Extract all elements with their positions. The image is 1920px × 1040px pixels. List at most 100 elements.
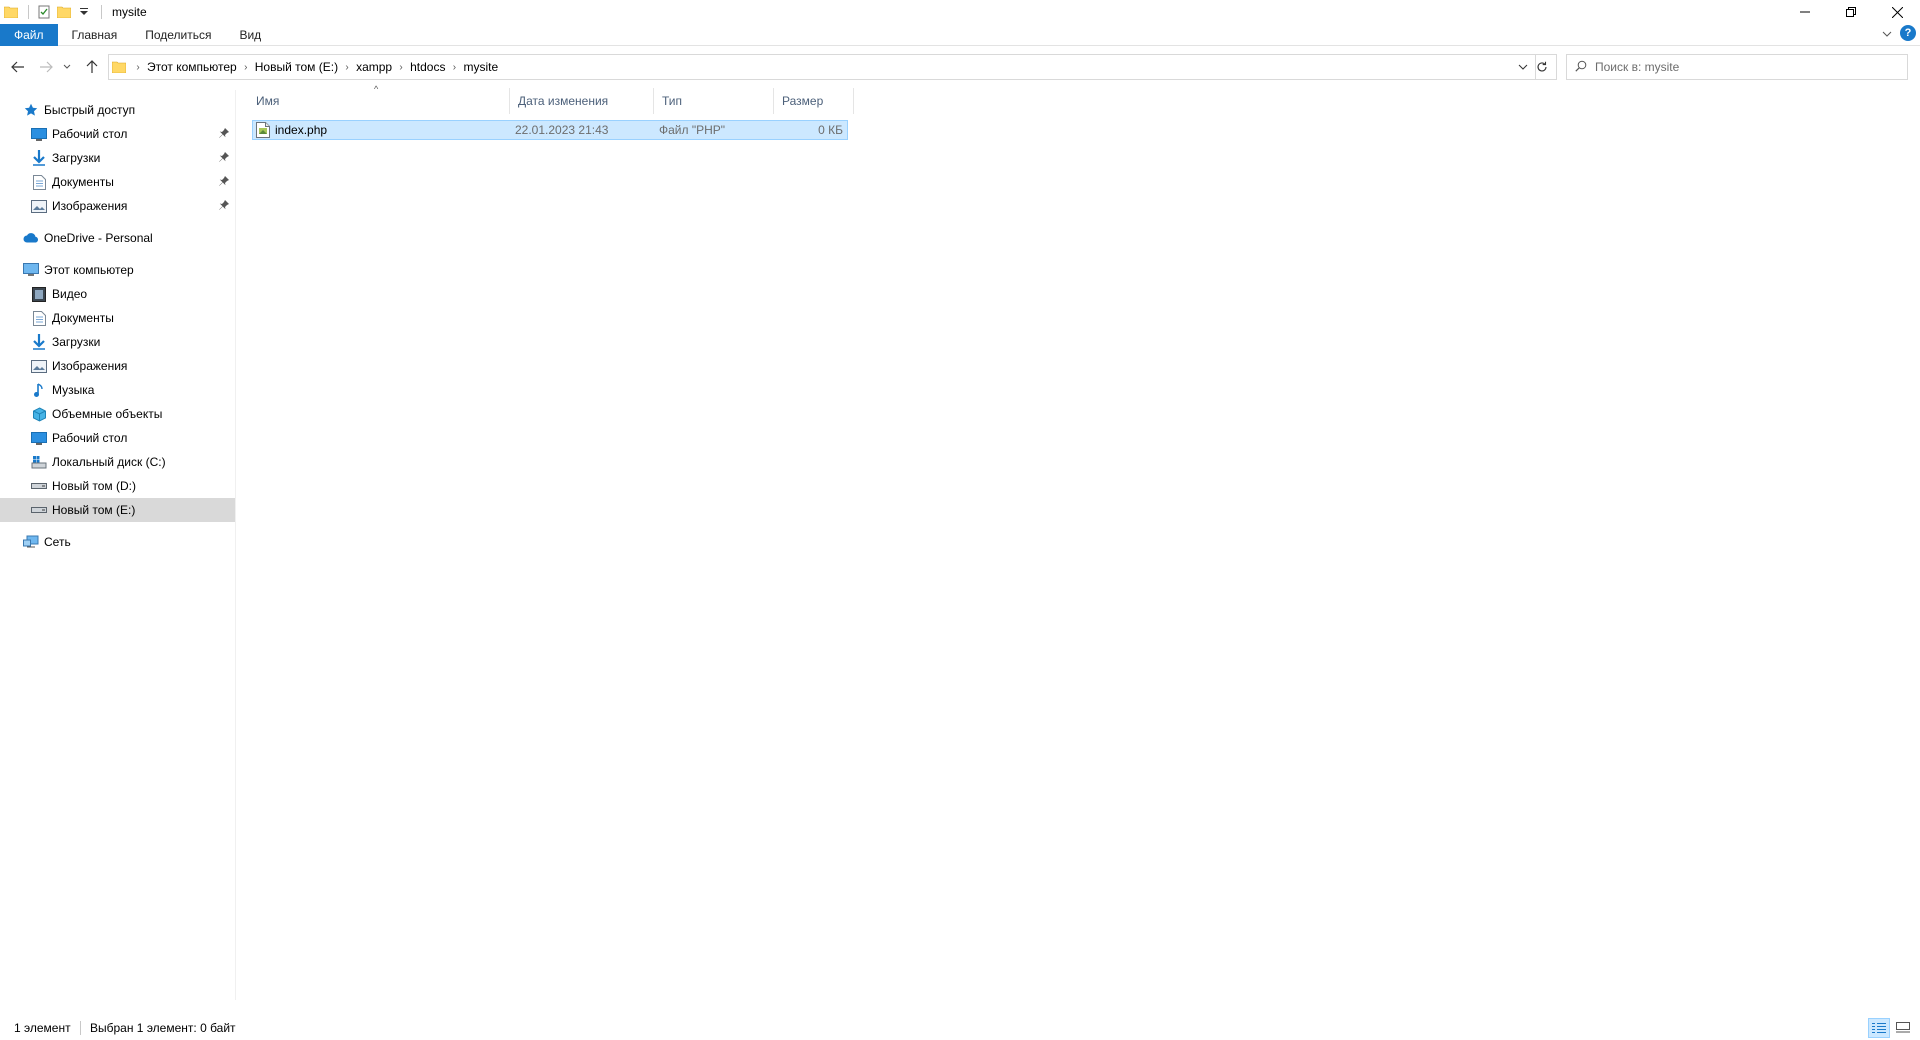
quick-access-toolbar: mysite (0, 0, 147, 24)
tab-view[interactable]: Вид (225, 24, 275, 46)
pin-icon[interactable] (219, 127, 229, 141)
breadcrumb-chevron-icon[interactable]: › (129, 62, 147, 73)
pin-icon[interactable] (219, 175, 229, 189)
breadcrumb-drive-e[interactable]: Новый том (E:) (255, 55, 338, 79)
breadcrumb-chevron-icon[interactable]: › (392, 62, 410, 73)
sidebar-item-label: Видео (52, 287, 88, 301)
sidebar-item-video[interactable]: Видео (0, 282, 235, 306)
properties-icon[interactable] (35, 3, 53, 21)
new-folder-icon[interactable] (55, 3, 73, 21)
folder-icon (2, 3, 20, 21)
sidebar-item-onedrive[interactable]: OneDrive - Personal (0, 226, 235, 250)
php-file-icon (256, 122, 270, 141)
drive-icon (30, 477, 48, 495)
breadcrumb-chevron-icon[interactable]: › (445, 62, 463, 73)
recent-locations-dropdown[interactable] (60, 55, 74, 79)
file-type: Файл "PHP" (659, 123, 726, 137)
sidebar-item-label: Музыка (52, 383, 95, 397)
sidebar-item-label: Документы (52, 175, 114, 189)
toolbar-divider (28, 5, 29, 19)
sidebar-item-downloads[interactable]: Загрузки (0, 146, 235, 170)
pin-icon[interactable] (219, 199, 229, 213)
breadcrumb-chevron-icon[interactable]: › (338, 62, 356, 73)
sidebar-item-documents-pc[interactable]: Документы (0, 306, 235, 330)
ribbon-tabs: Файл Главная Поделиться Вид ? (0, 23, 1920, 46)
sidebar-item-this-pc[interactable]: Этот компьютер (0, 258, 235, 282)
sidebar-item-label: Документы (52, 311, 114, 325)
documents-icon (30, 309, 48, 327)
network-icon (22, 533, 40, 551)
sidebar-item-label: Рабочий стол (52, 431, 128, 445)
sidebar-item-drive-c[interactable]: Локальный диск (C:) (0, 450, 235, 474)
sidebar-item-label: Загрузки (52, 335, 101, 349)
file-name: index.php (275, 123, 328, 137)
column-header-size[interactable]: Размер (774, 88, 854, 114)
status-divider (80, 1021, 81, 1035)
tab-home[interactable]: Главная (58, 24, 132, 46)
column-header-type[interactable]: Тип (654, 88, 774, 114)
sidebar-item-label: Объемные объекты (52, 407, 163, 421)
large-icons-view-button[interactable] (1892, 1018, 1914, 1038)
sidebar-item-pictures-pc[interactable]: Изображения (0, 354, 235, 378)
star-icon (22, 101, 40, 119)
cloud-icon (22, 229, 40, 247)
sidebar-item-label: Сеть (44, 535, 71, 549)
pictures-icon (30, 357, 48, 375)
restore-button[interactable] (1828, 0, 1874, 24)
forward-button[interactable] (34, 55, 58, 79)
close-button[interactable] (1874, 0, 1920, 24)
breadcrumb-mysite[interactable]: mysite (463, 55, 498, 79)
refresh-button[interactable] (1527, 54, 1557, 80)
sidebar-item-drive-d[interactable]: Новый том (D:) (0, 474, 235, 498)
sidebar-item-label: Быстрый доступ (44, 103, 136, 117)
column-header-name[interactable]: Имя (248, 88, 510, 114)
back-button[interactable] (6, 55, 30, 79)
customize-toolbar-dropdown-icon[interactable] (75, 3, 93, 21)
sidebar-item-documents[interactable]: Документы (0, 170, 235, 194)
tab-share[interactable]: Поделиться (131, 24, 225, 46)
navigation-pane: Быстрый доступ Рабочий стол Загрузки Док… (0, 90, 236, 1000)
column-header-date[interactable]: Дата изменения (510, 88, 654, 114)
sidebar-item-quick-access[interactable]: Быстрый доступ (0, 98, 235, 122)
3d-objects-icon (30, 405, 48, 423)
breadcrumb-chevron-icon[interactable]: › (237, 62, 255, 73)
breadcrumb-htdocs[interactable]: htdocs (410, 55, 445, 79)
pictures-icon (30, 197, 48, 215)
downloads-icon (30, 333, 48, 351)
sidebar-item-label: OneDrive - Personal (44, 231, 153, 245)
sidebar-item-pictures[interactable]: Изображения (0, 194, 235, 218)
breadcrumb-xampp[interactable]: xampp (356, 55, 392, 79)
address-bar[interactable]: › Этот компьютер › Новый том (E:) › xamp… (108, 54, 1536, 80)
sidebar-item-downloads-pc[interactable]: Загрузки (0, 330, 235, 354)
video-icon (30, 285, 48, 303)
downloads-icon (30, 149, 48, 167)
sidebar-item-music[interactable]: Музыка (0, 378, 235, 402)
pin-icon[interactable] (219, 151, 229, 165)
status-bar: 1 элемент Выбран 1 элемент: 0 байт (0, 1016, 1920, 1040)
details-view-button[interactable] (1868, 1018, 1890, 1038)
sidebar-item-label: Этот компьютер (44, 263, 134, 277)
search-input[interactable] (1595, 60, 1895, 74)
window-title: mysite (112, 5, 147, 19)
search-box[interactable] (1566, 54, 1908, 80)
music-icon (30, 381, 48, 399)
sidebar-item-desktop-pc[interactable]: Рабочий стол (0, 426, 235, 450)
up-button[interactable] (80, 55, 104, 79)
sidebar-item-desktop[interactable]: Рабочий стол (0, 122, 235, 146)
sidebar-item-drive-e[interactable]: Новый том (E:) (0, 498, 235, 522)
file-row[interactable]: index.php 22.01.2023 21:43 Файл "PHP" 0 … (252, 120, 848, 140)
item-count: 1 элемент (14, 1021, 71, 1035)
search-icon (1575, 60, 1587, 75)
folder-icon (109, 61, 129, 73)
sidebar-item-label: Новый том (D:) (52, 479, 136, 493)
expand-ribbon-icon[interactable] (1882, 26, 1892, 40)
navigation-bar: › Этот компьютер › Новый том (E:) › xamp… (0, 50, 1920, 84)
sidebar-item-network[interactable]: Сеть (0, 530, 235, 554)
tab-file[interactable]: Файл (0, 23, 58, 46)
system-drive-icon (30, 453, 48, 471)
breadcrumb-this-pc[interactable]: Этот компьютер (147, 55, 237, 79)
help-icon[interactable]: ? (1900, 25, 1916, 41)
sidebar-item-label: Новый том (E:) (52, 503, 136, 517)
minimize-button[interactable] (1782, 0, 1828, 24)
sidebar-item-3d-objects[interactable]: Объемные объекты (0, 402, 235, 426)
